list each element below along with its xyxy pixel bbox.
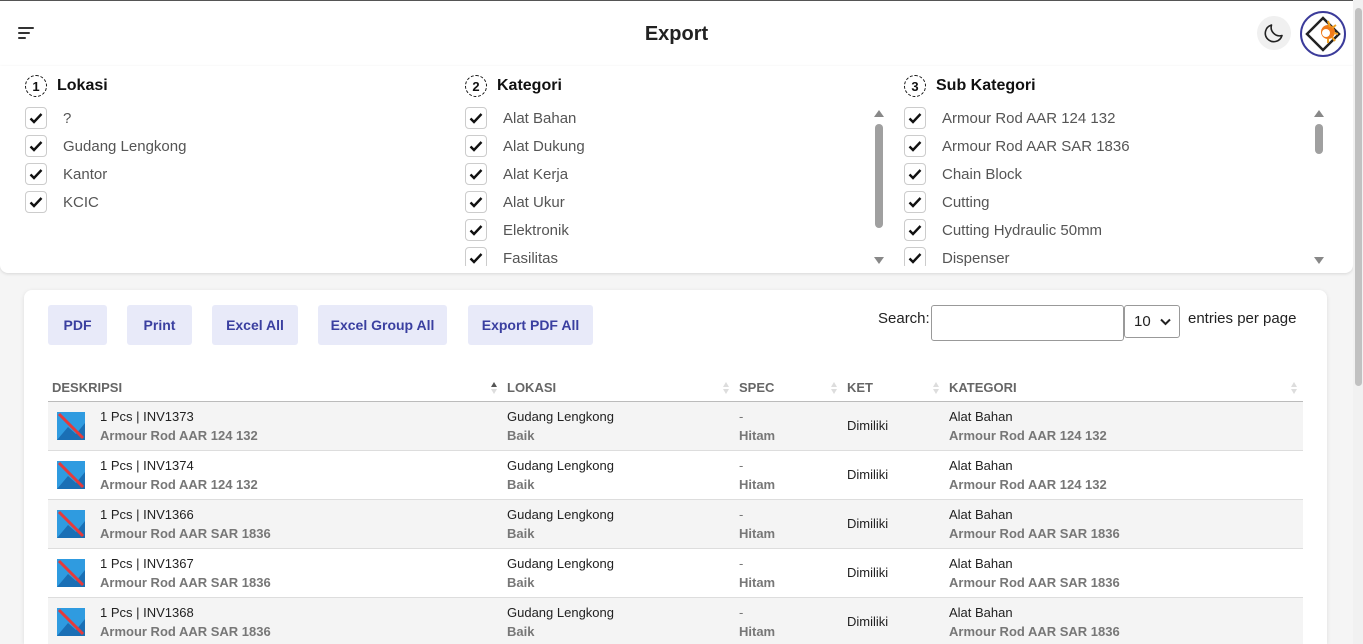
checkbox-checked-icon[interactable] <box>25 163 47 185</box>
checkbox-checked-icon[interactable] <box>25 107 47 129</box>
chevron-down-icon <box>1160 318 1171 326</box>
lokasi-item[interactable]: KCIC <box>25 188 445 216</box>
excel-all-button[interactable]: Excel All <box>212 305 298 345</box>
page-title: Export <box>644 23 709 45</box>
checkbox-checked-icon[interactable] <box>465 219 487 241</box>
table-row[interactable]: 1 Pcs | INV1366 Armour Rod AAR SAR 1836 G… <box>48 499 1303 549</box>
sort-icon <box>933 382 939 394</box>
broken-image-icon <box>57 411 85 440</box>
column-header-lokasi[interactable]: LOKASI <box>503 374 735 402</box>
sub-kategori-item[interactable]: Cutting Hydraulic 50mm <box>904 216 1304 244</box>
sub-kategori-item[interactable]: Chain Block <box>904 160 1304 188</box>
checkbox-checked-icon[interactable] <box>465 191 487 213</box>
checkbox-checked-icon[interactable] <box>465 135 487 157</box>
broken-image-icon <box>57 460 85 489</box>
excel-group-all-button[interactable]: Excel Group All <box>318 305 447 345</box>
step-badge: 1 <box>25 75 47 97</box>
checkbox-checked-icon[interactable] <box>465 107 487 129</box>
kategori-title: Kategori <box>497 77 562 94</box>
lokasi-filter: 1 Lokasi ? Gudang Lengkong Kantor KCIC <box>25 74 445 266</box>
pdf-button[interactable]: PDF <box>48 305 107 345</box>
kategori-item[interactable]: Alat Dukung <box>465 132 865 160</box>
checkbox-checked-icon[interactable] <box>904 247 926 266</box>
lokasi-item[interactable]: Kantor <box>25 160 445 188</box>
scroll-down-icon[interactable] <box>874 257 884 264</box>
checkbox-checked-icon[interactable] <box>904 219 926 241</box>
step-badge: 3 <box>904 75 926 97</box>
table-row[interactable]: 1 Pcs | INV1367 Armour Rod AAR SAR 1836 G… <box>48 548 1303 598</box>
kategori-item[interactable]: Alat Ukur <box>465 188 865 216</box>
sub-kategori-item[interactable]: Armour Rod AAR SAR 1836 <box>904 132 1304 160</box>
logo-icon <box>1305 16 1341 52</box>
broken-image-icon <box>57 558 85 587</box>
sub-kategori-scrollbar[interactable] <box>1314 110 1324 264</box>
lokasi-item[interactable]: ? <box>25 104 445 132</box>
sub-kategori-title: Sub Kategori <box>936 77 1036 94</box>
column-header-ket[interactable]: KET <box>843 374 945 402</box>
export-card: PDF Print Excel All Excel Group All Expo… <box>24 290 1327 644</box>
sort-ascending-icon <box>491 382 497 394</box>
print-button[interactable]: Print <box>127 305 192 345</box>
top-header: Export <box>0 0 1353 66</box>
sub-kategori-filter: 3 Sub Kategori Armour Rod AAR 124 132 Ar… <box>904 74 1334 266</box>
export-pdf-all-button[interactable]: Export PDF All <box>468 305 593 345</box>
kategori-scrollbar[interactable] <box>874 110 884 264</box>
checkbox-checked-icon[interactable] <box>25 191 47 213</box>
lokasi-list: ? Gudang Lengkong Kantor KCIC <box>25 104 445 266</box>
sub-kategori-item[interactable]: Armour Rod AAR 124 132 <box>904 104 1304 132</box>
lokasi-item[interactable]: Gudang Lengkong <box>25 132 445 160</box>
moon-icon <box>1264 24 1283 43</box>
column-header-kategori[interactable]: KATEGORI <box>945 374 1303 402</box>
page-scrollbar[interactable] <box>1353 0 1363 644</box>
dark-mode-toggle[interactable] <box>1257 16 1291 50</box>
checkbox-checked-icon[interactable] <box>904 163 926 185</box>
export-table: DESKRIPSI LOKASI SPEC KET KATEGORI 1 Pcs… <box>48 374 1303 644</box>
table-row[interactable]: 1 Pcs | INV1373 Armour Rod AAR 124 132 Gu… <box>48 401 1303 451</box>
kategori-item[interactable]: Alat Kerja <box>465 160 865 188</box>
kategori-item[interactable]: Elektronik <box>465 216 865 244</box>
broken-image-icon <box>57 509 85 538</box>
broken-image-icon <box>57 607 85 636</box>
sub-kategori-list: Armour Rod AAR 124 132 Armour Rod AAR SA… <box>904 104 1304 266</box>
checkbox-checked-icon[interactable] <box>25 135 47 157</box>
scroll-up-icon[interactable] <box>1314 110 1324 117</box>
search-label: Search: <box>878 310 930 327</box>
entries-per-page-label: entries per page <box>1188 310 1297 327</box>
scroll-up-icon[interactable] <box>874 110 884 117</box>
kategori-list: Alat Bahan Alat Dukung Alat Kerja Alat U… <box>465 104 865 266</box>
scroll-down-icon[interactable] <box>1314 257 1324 264</box>
sort-icon <box>723 382 729 394</box>
kategori-item[interactable]: Fasilitas <box>465 244 865 266</box>
lokasi-title: Lokasi <box>57 77 108 94</box>
checkbox-checked-icon[interactable] <box>465 247 487 266</box>
sub-kategori-item[interactable]: Cutting <box>904 188 1304 216</box>
checkbox-checked-icon[interactable] <box>465 163 487 185</box>
kategori-item[interactable]: Alat Bahan <box>465 104 865 132</box>
sort-icon <box>831 382 837 394</box>
user-avatar[interactable] <box>1300 11 1346 57</box>
column-header-spec[interactable]: SPEC <box>735 374 843 402</box>
search-input[interactable] <box>931 305 1124 341</box>
kategori-filter: 2 Kategori Alat Bahan Alat Dukung Alat K… <box>465 74 895 266</box>
column-header-deskripsi[interactable]: DESKRIPSI <box>48 374 503 402</box>
checkbox-checked-icon[interactable] <box>904 191 926 213</box>
checkbox-checked-icon[interactable] <box>904 135 926 157</box>
table-row[interactable]: 1 Pcs | INV1374 Armour Rod AAR 124 132 Gu… <box>48 450 1303 500</box>
sort-icon <box>1291 382 1297 394</box>
table-row[interactable]: 1 Pcs | INV1368 Armour Rod AAR SAR 1836 G… <box>48 597 1303 644</box>
table-header-row: DESKRIPSI LOKASI SPEC KET KATEGORI <box>48 374 1303 402</box>
step-badge: 2 <box>465 75 487 97</box>
checkbox-checked-icon[interactable] <box>904 107 926 129</box>
filter-panel: 1 Lokasi ? Gudang Lengkong Kantor KCIC 2… <box>0 66 1353 273</box>
sub-kategori-item[interactable]: Dispenser <box>904 244 1304 266</box>
entries-select[interactable]: 10 <box>1124 305 1180 338</box>
